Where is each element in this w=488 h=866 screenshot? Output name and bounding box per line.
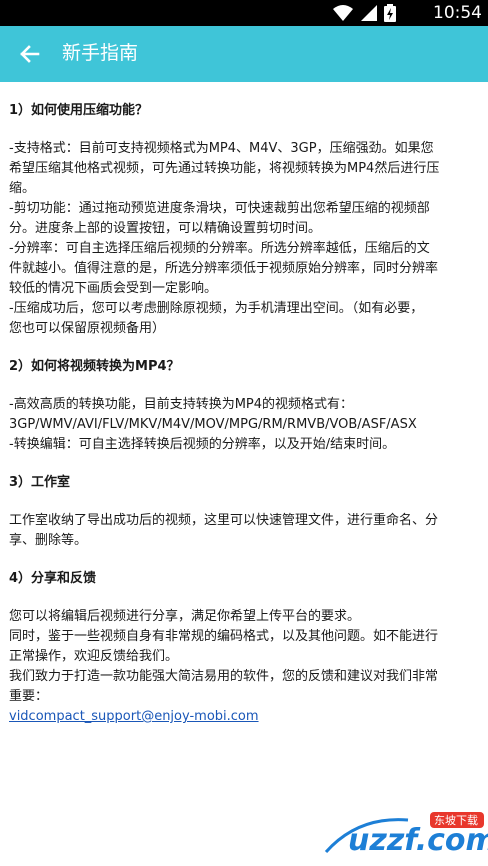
section-body: -支持格式：目前可支持视频格式为MP4、M4V、3GP，压缩强劲。如果您 希望压… bbox=[9, 139, 483, 339]
text-line: 件就越小。值得注意的是，所选分辨率须低于视频原始分辨率，同时分辨率 bbox=[9, 261, 439, 276]
section-body: -高效高质的转换功能，目前支持转换为MP4的视频格式有： 3GP/WMV/AVI… bbox=[9, 395, 483, 455]
page-title: 新手指南 bbox=[62, 42, 139, 64]
support-email-link[interactable]: vidcompact_support@enjoy-mobi.com bbox=[9, 709, 259, 724]
watermark-badge: 东坡下载 bbox=[434, 814, 478, 827]
section-heading: 4）分享和反馈 bbox=[9, 571, 97, 586]
battery-icon bbox=[384, 4, 396, 22]
text-line: 重要： bbox=[9, 689, 49, 704]
section-heading: 2）如何将视频转换为MP4？ bbox=[9, 359, 180, 374]
text-line: 缩。 bbox=[9, 181, 36, 196]
section-body: 您可以将编辑后视频进行分享，满足你希望上传平台的要求。 同时，鉴于一些视频自身有… bbox=[9, 607, 483, 727]
text-line: 希望压缩其他格式视频，可先通过转换功能，将视频转换为MP4然后进行压 bbox=[9, 161, 440, 176]
text-line: 3GP/WMV/AVI/FLV/MKV/M4V/MOV/MPG/RM/RMVB/… bbox=[9, 417, 417, 432]
text-line: 您也可以保留原视频备用） bbox=[9, 321, 166, 336]
app-bar: 新手指南 bbox=[0, 26, 488, 82]
text-line: -支持格式：目前可支持视频格式为MP4、M4V、3GP，压缩强劲。如果您 bbox=[9, 141, 434, 156]
text-line: 分。进度条上部的设置按钮，可以精确设置剪切时间。 bbox=[9, 221, 322, 236]
status-icons bbox=[332, 4, 396, 22]
text-line: -剪切功能：通过拖动预览进度条滑块，可快速裁剪出您希望压缩的视频部 bbox=[9, 201, 430, 216]
text-line: 较低的情况下画质会受到一定影响。 bbox=[9, 281, 218, 296]
section-heading: 1）如何使用压缩功能？ bbox=[9, 103, 149, 118]
status-time: 10:54 bbox=[433, 3, 482, 23]
text-line: -转换编辑：可自主选择转换后视频的分辨率，以及开始/结束时间。 bbox=[9, 437, 396, 452]
guide-content: 1）如何使用压缩功能？ -支持格式：目前可支持视频格式为MP4、M4V、3GP，… bbox=[9, 82, 483, 727]
section-body: 工作室收纳了导出成功后的视频，这里可以快速管理文件，进行重命名、分 享、删除等。 bbox=[9, 511, 483, 551]
watermark-text: uzzf.com bbox=[348, 823, 488, 858]
watermark-logo: uzzf.com 东坡下载 bbox=[318, 806, 488, 862]
signal-icon bbox=[361, 5, 377, 21]
wifi-icon bbox=[333, 5, 353, 21]
text-line: -分辨率：可自主选择压缩后视频的分辨率。所选分辨率越低，压缩后的文 bbox=[9, 241, 430, 256]
arrow-left-icon bbox=[20, 45, 40, 63]
text-line: 同时，鉴于一些视频自身有非常规的编码格式，以及其他问题。如不能进行 bbox=[9, 629, 439, 644]
text-line: 您可以将编辑后视频进行分享，满足你希望上传平台的要求。 bbox=[9, 609, 361, 624]
back-button[interactable] bbox=[12, 36, 48, 72]
text-line: 正常操作，欢迎反馈给我们。 bbox=[9, 649, 179, 664]
text-line: -压缩成功后，您可以考虑删除原视频，为手机清理出空间。（如有必要， bbox=[9, 301, 424, 316]
text-line: -高效高质的转换功能，目前支持转换为MP4的视频格式有： bbox=[9, 397, 354, 412]
text-line: 我们致力于打造一款功能强大简洁易用的软件，您的反馈和建议对我们非常 bbox=[9, 669, 439, 684]
section-heading: 3）工作室 bbox=[9, 475, 71, 490]
text-line: 工作室收纳了导出成功后的视频，这里可以快速管理文件，进行重命名、分 bbox=[9, 513, 439, 528]
status-bar: 10:54 bbox=[0, 0, 488, 26]
text-line: 享、删除等。 bbox=[9, 533, 88, 548]
